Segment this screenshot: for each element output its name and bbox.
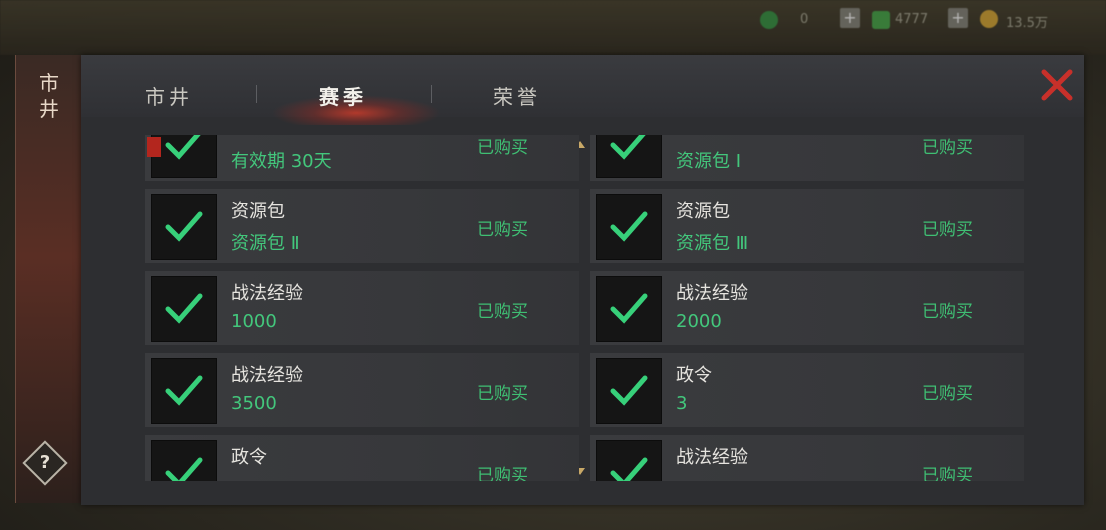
- item-name: 政令: [676, 365, 712, 386]
- tab-divider: [431, 85, 432, 103]
- item-list: 有效期 30天 已购买 资源包 Ⅰ 已购买 资源包 资源包 Ⅱ 已购买 资源包 …: [145, 135, 1024, 481]
- check-icon: [610, 135, 646, 160]
- item-sub: 资源包 Ⅱ: [231, 233, 300, 254]
- list-item[interactable]: 战法经验 1000 已购买: [145, 271, 579, 345]
- item-icon-box: [596, 440, 662, 481]
- corner-badge: [147, 137, 161, 157]
- resource-value-2: 4777: [895, 12, 929, 27]
- item-name: 资源包: [676, 201, 730, 222]
- item-icon-box: [151, 194, 217, 260]
- category-label-line2: 井: [39, 97, 59, 121]
- item-name: 战法经验: [231, 365, 303, 386]
- purchased-label: 已购买: [477, 384, 528, 404]
- item-name: 战法经验: [676, 283, 748, 304]
- check-icon: [610, 457, 648, 481]
- list-item[interactable]: 资源包 资源包 Ⅱ 已购买: [145, 189, 579, 263]
- add-jade-button[interactable]: +: [948, 8, 968, 28]
- shop-panel: 市井 赛季 荣誉 有效期 30天 已购买 资源包 Ⅰ 已购买 资源包 资源包 Ⅱ…: [81, 55, 1084, 505]
- category-label-line1: 市: [39, 71, 59, 95]
- tab-season[interactable]: 赛季: [319, 81, 367, 111]
- purchased-label: 已购买: [922, 302, 973, 322]
- item-sub: 3: [676, 393, 688, 414]
- check-icon: [610, 293, 648, 324]
- list-item[interactable]: 有效期 30天 已购买: [145, 135, 579, 181]
- jade-icon: [872, 11, 890, 29]
- check-icon: [165, 375, 203, 406]
- item-name: 政令: [231, 447, 267, 468]
- item-sub: 3500: [231, 393, 277, 414]
- list-item[interactable]: 战法经验 2000 已购买: [590, 271, 1024, 345]
- purchased-label: 已购买: [477, 302, 528, 322]
- list-item[interactable]: 战法经验 已购买: [590, 435, 1024, 481]
- resource-value-1: 0: [800, 12, 809, 27]
- purchased-label: 已购买: [922, 220, 973, 240]
- item-icon-box: [596, 358, 662, 424]
- item-sub: 2000: [676, 311, 722, 332]
- category-sidebar: 市 井: [15, 55, 82, 503]
- purchased-label: 已购买: [922, 466, 973, 481]
- tab-honor[interactable]: 荣誉: [493, 81, 541, 111]
- item-icon-box: [596, 135, 662, 178]
- resource-value-3: 13.5万: [1006, 16, 1048, 31]
- item-icon-box: [151, 358, 217, 424]
- help-icon: ?: [39, 452, 51, 473]
- item-sub: 资源包 Ⅲ: [676, 233, 749, 254]
- category-label[interactable]: 市 井: [36, 70, 62, 122]
- purchased-label: 已购买: [922, 384, 973, 404]
- close-icon[interactable]: [1039, 67, 1075, 103]
- add-resource-button[interactable]: +: [840, 8, 860, 28]
- top-resource-bar: 0 + 4777 + 13.5万: [0, 0, 1106, 55]
- tab-divider: [256, 85, 257, 103]
- check-icon: [610, 211, 648, 242]
- list-item[interactable]: 资源包 资源包 Ⅲ 已购买: [590, 189, 1024, 263]
- item-icon-box: [596, 276, 662, 342]
- item-icon-box: [596, 194, 662, 260]
- item-icon-box: [151, 276, 217, 342]
- list-item[interactable]: 资源包 Ⅰ 已购买: [590, 135, 1024, 181]
- item-name: 战法经验: [231, 283, 303, 304]
- item-icon-box: [151, 440, 217, 481]
- check-icon: [165, 211, 203, 242]
- item-sub: 资源包 Ⅰ: [676, 151, 742, 172]
- check-icon: [165, 293, 203, 324]
- resource-icon: [760, 11, 778, 29]
- purchased-label: 已购买: [922, 138, 973, 158]
- tab-shijing[interactable]: 市井: [145, 81, 193, 111]
- purchased-label: 已购买: [477, 138, 528, 158]
- item-sub: 有效期 30天: [231, 151, 332, 172]
- item-name: 战法经验: [676, 447, 748, 468]
- list-item[interactable]: 战法经验 3500 已购买: [145, 353, 579, 427]
- gold-icon: [980, 10, 998, 28]
- item-name: 资源包: [231, 201, 285, 222]
- list-item[interactable]: 政令 3 已购买: [590, 353, 1024, 427]
- tab-bar: 市井 赛季 荣誉: [81, 55, 1084, 125]
- list-item[interactable]: 政令 已购买: [145, 435, 579, 481]
- check-icon: [610, 375, 648, 406]
- purchased-label: 已购买: [477, 466, 528, 481]
- purchased-label: 已购买: [477, 220, 528, 240]
- check-icon: [165, 135, 201, 160]
- item-sub: 1000: [231, 311, 277, 332]
- check-icon: [165, 457, 203, 481]
